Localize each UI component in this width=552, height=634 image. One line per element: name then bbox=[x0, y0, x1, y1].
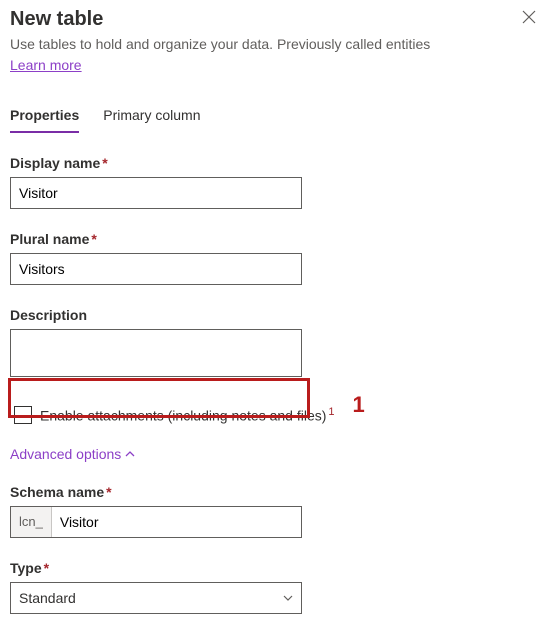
plural-name-label: Plural name* bbox=[10, 231, 542, 247]
field-schema-name: Schema name* lcn_ bbox=[10, 484, 542, 538]
checkbox-box-icon bbox=[14, 406, 32, 424]
field-type: Type* Standard bbox=[10, 560, 542, 614]
schema-name-prefix: lcn_ bbox=[11, 507, 52, 537]
enable-attachments-label: Enable attachments (including notes and … bbox=[40, 406, 335, 424]
type-label: Type* bbox=[10, 560, 542, 576]
type-value: Standard bbox=[19, 590, 76, 606]
learn-more-link[interactable]: Learn more bbox=[10, 57, 82, 73]
tab-primary-column[interactable]: Primary column bbox=[103, 101, 200, 133]
schema-name-label: Schema name* bbox=[10, 484, 542, 500]
tabs: Properties Primary column bbox=[10, 101, 542, 133]
field-description: Description bbox=[10, 307, 542, 380]
description-label: Description bbox=[10, 307, 542, 323]
field-plural-name: Plural name* bbox=[10, 231, 542, 285]
type-select[interactable]: Standard bbox=[10, 582, 302, 614]
plural-name-input[interactable] bbox=[10, 253, 302, 285]
field-display-name: Display name* bbox=[10, 155, 542, 209]
description-input[interactable] bbox=[10, 329, 302, 377]
display-name-label: Display name* bbox=[10, 155, 542, 171]
close-button[interactable] bbox=[516, 8, 542, 30]
display-name-input[interactable] bbox=[10, 177, 302, 209]
tab-properties[interactable]: Properties bbox=[10, 101, 79, 133]
chevron-up-icon bbox=[125, 449, 135, 459]
panel-title: New table bbox=[10, 8, 516, 31]
advanced-options-toggle[interactable]: Advanced options bbox=[10, 446, 135, 462]
panel-subtitle: Use tables to hold and organize your dat… bbox=[10, 35, 542, 55]
enable-attachments-checkbox[interactable]: Enable attachments (including notes and … bbox=[10, 400, 339, 430]
annotation-number: 1 bbox=[353, 392, 365, 418]
close-icon bbox=[522, 11, 536, 28]
schema-name-input[interactable] bbox=[52, 507, 301, 537]
new-table-panel: New table Use tables to hold and organiz… bbox=[0, 0, 552, 634]
